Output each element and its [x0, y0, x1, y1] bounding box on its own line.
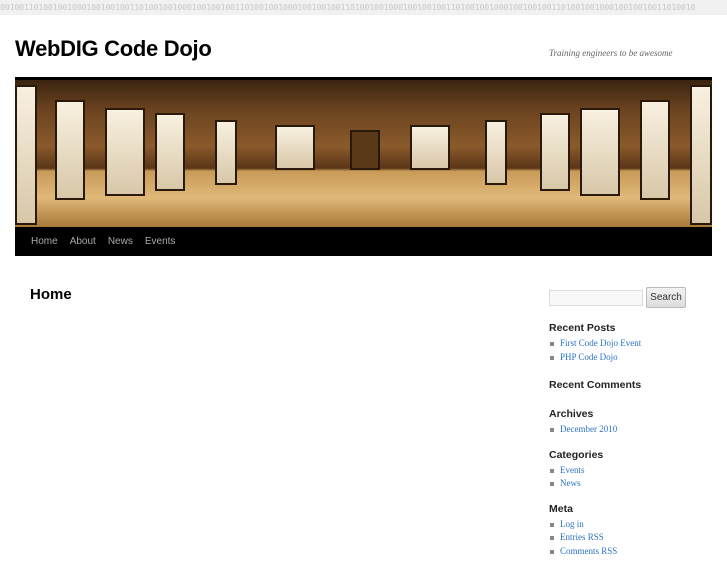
main-nav: Home About News Events — [15, 227, 712, 256]
list-item: Entries RSS — [549, 531, 719, 545]
categories-widget: Categories Events News — [549, 449, 719, 491]
nav-home[interactable]: Home — [25, 227, 64, 256]
binary-header-strip: 0010011010010010001001001001101001001000… — [0, 0, 727, 15]
nav-news[interactable]: News — [102, 227, 139, 256]
search-input[interactable] — [549, 290, 643, 306]
list-item: PHP Code Dojo — [549, 351, 719, 365]
category-link[interactable]: News — [560, 478, 581, 488]
nav-about[interactable]: About — [64, 227, 102, 256]
list-item: Log in — [549, 518, 719, 532]
widget-title: Recent Posts — [549, 322, 616, 334]
meta-widget: Meta Log in Entries RSS Comments RSS — [549, 503, 719, 559]
page-title: Home — [30, 286, 72, 303]
list-item: December 2010 — [549, 423, 719, 437]
site-title[interactable]: WebDIG Code Dojo — [15, 36, 212, 62]
post-link[interactable]: PHP Code Dojo — [560, 352, 618, 362]
login-link[interactable]: Log in — [560, 519, 584, 529]
entries-rss-link[interactable]: Entries RSS — [560, 532, 604, 542]
archive-link[interactable]: December 2010 — [560, 424, 617, 434]
widget-title: Meta — [549, 502, 573, 515]
header-banner-image — [15, 77, 712, 227]
site-tagline: Training engineers to be awesome — [549, 48, 673, 58]
widget-title: Recent Comments — [549, 379, 642, 391]
search-button[interactable]: Search — [646, 287, 686, 308]
list-item: News — [549, 477, 719, 491]
sidebar: Recent Posts First Code Dojo Event PHP C… — [549, 322, 719, 570]
nav-events[interactable]: Events — [139, 227, 182, 256]
recent-posts-widget: Recent Posts First Code Dojo Event PHP C… — [549, 322, 719, 364]
list-item: Events — [549, 464, 719, 478]
archives-widget: Archives December 2010 — [549, 408, 719, 437]
comments-rss-link[interactable]: Comments RSS — [560, 546, 617, 556]
list-item: Comments RSS — [549, 545, 719, 559]
widget-title: Archives — [549, 408, 594, 420]
widget-title: Categories — [549, 448, 604, 461]
list-item: First Code Dojo Event — [549, 337, 719, 351]
category-link[interactable]: Events — [560, 465, 585, 475]
recent-comments-widget: Recent Comments — [549, 379, 719, 391]
post-link[interactable]: First Code Dojo Event — [560, 338, 641, 348]
